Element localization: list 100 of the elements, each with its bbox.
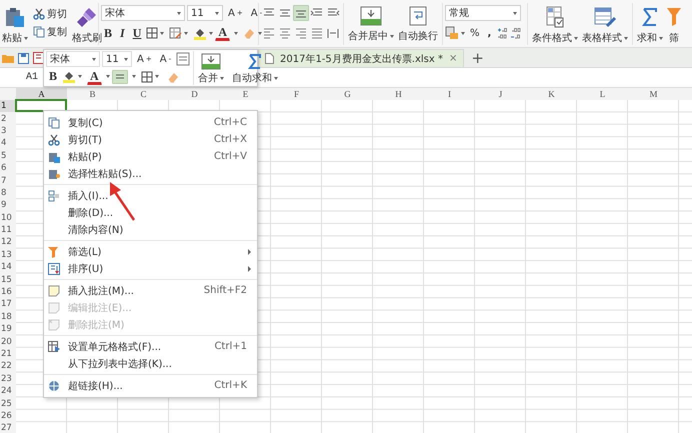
filter-button[interactable]: 筛	[665, 3, 683, 47]
font-color-button[interactable]: A	[87, 68, 102, 84]
menu-item[interactable]: 设置单元格格式(F)... Ctrl+1	[44, 338, 257, 355]
column-header[interactable]: E	[220, 88, 271, 100]
row-header[interactable]: 18	[0, 310, 16, 324]
align-icon[interactable]	[294, 27, 308, 39]
row-header[interactable]: 19	[0, 323, 16, 336]
column-header[interactable]: L	[577, 88, 628, 100]
column-header[interactable]: A	[16, 88, 67, 100]
menu-item[interactable]: 清除内容(N)	[44, 221, 257, 238]
column-header[interactable]: M	[628, 88, 679, 100]
row-header[interactable]: 26	[0, 410, 16, 422]
row-header[interactable]: 10	[0, 212, 16, 224]
row-header[interactable]: 24	[0, 384, 16, 398]
menu-item[interactable]: 复制(C) Ctrl+C	[44, 114, 257, 131]
menu-item[interactable]: 超链接(H)... Ctrl+K	[44, 377, 257, 394]
column-header[interactable]: K	[526, 88, 577, 100]
row-header[interactable]: 3	[0, 124, 16, 138]
merge-button[interactable]: 合并	[194, 51, 228, 85]
cut-button[interactable]: 剪切	[30, 5, 70, 23]
row-header[interactable]: 13	[0, 248, 16, 262]
clipboard-icon[interactable]	[4, 6, 26, 28]
fill-color-icon[interactable]	[193, 26, 208, 40]
cell-style-icon[interactable]	[169, 27, 182, 39]
column-header[interactable]: C	[118, 88, 169, 100]
row-header[interactable]: 17	[0, 298, 16, 311]
wrap-text-icon[interactable]	[176, 52, 190, 66]
align-icon[interactable]	[326, 27, 340, 39]
file-tab[interactable]: 2017年1-5月费用金支出传票.xlsx * ×	[258, 49, 464, 67]
merge-cells-icon[interactable]	[201, 53, 222, 70]
row-header[interactable]: 22	[0, 360, 16, 373]
close-tab-button[interactable]: ×	[448, 53, 458, 64]
table-style-button[interactable]: 表格样式	[580, 3, 630, 47]
percent-button[interactable]: %	[467, 26, 483, 40]
align-icon[interactable]	[278, 27, 292, 39]
font-name-select[interactable]: 宋体	[101, 5, 185, 21]
format-painter-button[interactable]: 格式刷	[70, 3, 104, 47]
italic-button[interactable]: I	[117, 24, 128, 42]
menu-item[interactable]: 从下拉列表中选择(K)...	[44, 355, 257, 372]
column-header[interactable]: D	[169, 88, 220, 100]
row-header[interactable]: 16	[0, 286, 16, 298]
menu-item[interactable]: 筛选(L)	[44, 243, 257, 260]
sigma-icon[interactable]	[247, 53, 264, 70]
column-header[interactable]: H	[373, 88, 424, 100]
align-icon[interactable]	[310, 27, 324, 39]
row-header[interactable]: 27	[0, 422, 16, 433]
row-header[interactable]: 8	[0, 186, 16, 200]
row-header[interactable]: 4	[0, 137, 16, 150]
row-header[interactable]: 12	[0, 236, 16, 249]
menu-item[interactable]: 插入(I)...	[44, 187, 257, 204]
wrap-text-button[interactable]: 自动换行	[396, 3, 440, 46]
borders-icon[interactable]	[140, 70, 153, 82]
merge-center-button[interactable]: 合并居中	[346, 3, 396, 46]
row-header[interactable]: 25	[0, 397, 16, 410]
paintbrush-icon[interactable]	[76, 6, 98, 28]
conditional-format-icon[interactable]	[545, 6, 565, 28]
row-header[interactable]: 7	[0, 174, 16, 187]
sigma-icon[interactable]	[640, 6, 660, 28]
underline-button[interactable]: U	[130, 24, 144, 42]
merge-cells-icon[interactable]	[360, 6, 382, 26]
scissors-icon[interactable]	[48, 134, 60, 146]
row-header[interactable]: 14	[0, 261, 16, 274]
font-size-select[interactable]: 11	[102, 51, 132, 67]
paste-button[interactable]: 粘贴	[0, 3, 30, 47]
decrease-decimal-icon[interactable]	[510, 26, 522, 40]
font-size-select[interactable]: 11	[187, 5, 223, 21]
row-header[interactable]: 20	[0, 335, 16, 348]
copy-button[interactable]: 复制	[30, 23, 70, 41]
fill-color-icon[interactable]	[62, 70, 76, 83]
column-header[interactable]: J	[475, 88, 526, 100]
table-style-icon[interactable]	[594, 6, 616, 28]
row-header[interactable]: 21	[0, 348, 16, 360]
row-header[interactable]: 9	[0, 199, 16, 212]
increase-decimal-icon[interactable]	[496, 26, 508, 40]
bold-button[interactable]: B	[46, 67, 60, 86]
pdf-icon[interactable]	[33, 52, 44, 64]
column-header[interactable]: G	[322, 88, 373, 100]
row-header[interactable]: 11	[0, 224, 16, 236]
font-name-select[interactable]: 宋体	[46, 51, 100, 67]
currency-icon[interactable]	[445, 26, 459, 40]
row-header[interactable]: 23	[0, 372, 16, 385]
font-color-button[interactable]: A	[215, 25, 230, 41]
menu-item[interactable]: 粘贴(P) Ctrl+V	[44, 148, 257, 165]
menu-item[interactable]: 排序(U)	[44, 260, 257, 277]
menu-item[interactable]: 剪切(T) Ctrl+X	[44, 131, 257, 148]
row-header[interactable]: 2	[0, 112, 16, 125]
conditional-format-button[interactable]: 条件格式	[530, 3, 580, 47]
menu-item[interactable]: 选择性粘贴(S)...	[44, 165, 257, 182]
row-header[interactable]: 1	[0, 100, 16, 112]
menu-item[interactable]: 删除(D)...	[44, 204, 257, 221]
bold-button[interactable]: B	[101, 24, 116, 42]
number-format-select[interactable]: 常规	[445, 5, 521, 21]
column-header[interactable]: F	[271, 88, 322, 100]
row-header[interactable]: 6	[0, 162, 16, 174]
sum-button[interactable]: 求和	[635, 3, 665, 47]
align-button[interactable]	[112, 70, 128, 84]
wrap-text-icon[interactable]	[409, 6, 427, 26]
comma-button[interactable]: ,	[484, 26, 494, 40]
save-icon[interactable]	[18, 52, 29, 64]
scissors-icon[interactable]	[33, 8, 45, 20]
